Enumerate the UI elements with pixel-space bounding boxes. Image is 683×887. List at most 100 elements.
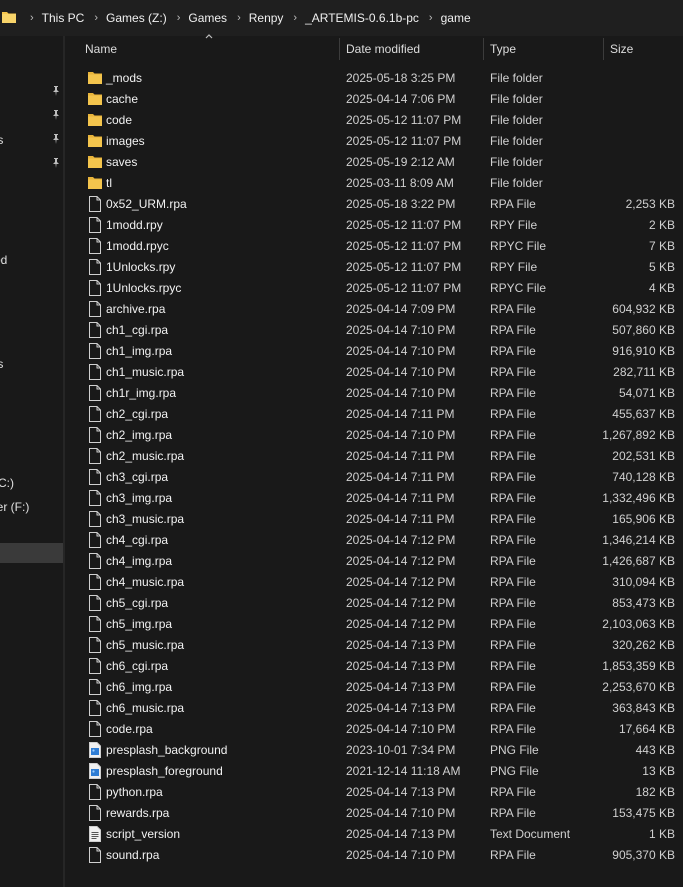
- chevron-right-icon[interactable]: ›: [94, 12, 98, 24]
- nav-item-drive-f[interactable]: ler (F:): [0, 497, 64, 517]
- breadcrumb-item[interactable]: _ARTEMIS-0.6.1b-pc: [305, 11, 419, 25]
- file-name: script_version: [106, 827, 181, 841]
- table-row[interactable]: 1modd.rpy 2025-05-12 11:07 PM RPY File 2 KB: [66, 214, 683, 235]
- file-type: File folder: [490, 155, 543, 169]
- table-row[interactable]: python.rpa 2025-04-14 7:13 PM RPA File 182 …: [66, 781, 683, 802]
- breadcrumb-item[interactable]: Games: [188, 11, 227, 25]
- table-row[interactable]: ch3_cgi.rpa 2025-04-14 7:11 PM RPA File 740…: [66, 466, 683, 487]
- table-row[interactable]: _mods 2025-05-18 3:25 PM File folder: [66, 67, 683, 88]
- table-row[interactable]: ch5_img.rpa 2025-04-14 7:12 PM RPA File 2,1…: [66, 613, 683, 634]
- table-row[interactable]: ch3_img.rpa 2025-04-14 7:11 PM RPA File 1,3…: [66, 487, 683, 508]
- nav-item-4[interactable]: s: [0, 154, 64, 174]
- nav-item-pin[interactable]: [0, 82, 64, 102]
- file-date-modified: 2025-04-14 7:11 PM: [346, 491, 455, 505]
- chevron-right-icon[interactable]: ›: [30, 12, 34, 24]
- folder-icon: [88, 112, 102, 128]
- table-row[interactable]: ch4_img.rpa 2025-04-14 7:12 PM RPA File 1,4…: [66, 550, 683, 571]
- nav-item-3[interactable]: ts: [0, 130, 64, 150]
- table-row[interactable]: archive.rpa 2025-04-14 7:09 PM RPA File 604…: [66, 298, 683, 319]
- file-date-modified: 2025-05-12 11:07 PM: [346, 113, 462, 127]
- table-row[interactable]: ch2_cgi.rpa 2025-04-14 7:11 PM RPA File 455…: [66, 403, 683, 424]
- file-type: RPA File: [490, 512, 536, 526]
- file-size: 443 KB: [635, 743, 675, 757]
- file-size: 182 KB: [635, 785, 675, 799]
- table-row[interactable]: rewards.rpa 2025-04-14 7:10 PM RPA File 153…: [66, 802, 683, 823]
- file-icon: [88, 595, 102, 611]
- column-divider[interactable]: [483, 38, 484, 60]
- file-type: RPA File: [490, 806, 536, 820]
- table-row[interactable]: ch5_music.rpa 2025-04-14 7:13 PM RPA File 3…: [66, 634, 683, 655]
- file-date-modified: 2025-04-14 7:10 PM: [346, 386, 456, 400]
- table-row[interactable]: ch2_img.rpa 2025-04-14 7:10 PM RPA File 1,2…: [66, 424, 683, 445]
- file-name: code.rpa: [106, 722, 153, 736]
- table-row[interactable]: ch6_img.rpa 2025-04-14 7:13 PM RPA File 2,2…: [66, 676, 683, 697]
- column-size[interactable]: Size: [610, 36, 633, 63]
- chevron-right-icon[interactable]: ›: [429, 12, 433, 24]
- file-date-modified: 2025-05-18 3:25 PM: [346, 71, 456, 85]
- chevron-right-icon[interactable]: ›: [237, 12, 241, 24]
- file-type: Text Document: [490, 827, 571, 841]
- table-row[interactable]: presplash_foreground 2021-12-14 11:18 AM P…: [66, 760, 683, 781]
- table-row[interactable]: tl 2025-03-11 8:09 AM File folder: [66, 172, 683, 193]
- chevron-right-icon[interactable]: ›: [293, 12, 297, 24]
- table-row[interactable]: images 2025-05-12 11:07 PM File folder: [66, 130, 683, 151]
- file-icon: [88, 448, 102, 464]
- file-size: 282,711 KB: [613, 365, 675, 379]
- file-date-modified: 2025-05-12 11:07 PM: [346, 260, 462, 274]
- column-divider[interactable]: [339, 38, 340, 60]
- table-row[interactable]: ch4_music.rpa 2025-04-14 7:12 PM RPA File 3…: [66, 571, 683, 592]
- file-type: RPA File: [490, 344, 536, 358]
- column-date-modified[interactable]: Date modified: [346, 36, 420, 63]
- table-row[interactable]: ch1_music.rpa 2025-04-14 7:10 PM RPA File 2…: [66, 361, 683, 382]
- column-divider[interactable]: [603, 38, 604, 60]
- nav-item-6[interactable]: s: [0, 306, 64, 326]
- file-name: rewards.rpa: [106, 806, 170, 820]
- table-row[interactable]: ch3_music.rpa 2025-04-14 7:11 PM RPA File 1…: [66, 508, 683, 529]
- table-row[interactable]: presplash_background 2023-10-01 7:34 PM PN…: [66, 739, 683, 760]
- table-row[interactable]: cache 2025-04-14 7:06 PM File folder: [66, 88, 683, 109]
- file-date-modified: 2025-04-14 7:13 PM: [346, 680, 456, 694]
- file-name: images: [106, 134, 145, 148]
- table-row[interactable]: code.rpa 2025-04-14 7:10 PM RPA File 17,664…: [66, 718, 683, 739]
- table-row[interactable]: ch1_img.rpa 2025-04-14 7:10 PM RPA File 916…: [66, 340, 683, 361]
- address-bar[interactable]: › This PC › Games (Z:) › Games › Renpy › _ARTEMIS…: [0, 0, 683, 36]
- column-name[interactable]: Name: [85, 36, 117, 63]
- breadcrumb-item[interactable]: This PC: [42, 11, 85, 25]
- file-size: 153,475 KB: [612, 806, 675, 820]
- nav-item-8[interactable]: s: [0, 378, 64, 398]
- breadcrumb-item[interactable]: Games (Z:): [106, 11, 167, 25]
- table-row[interactable]: ch4_cgi.rpa 2025-04-14 7:12 PM RPA File 1,3…: [66, 529, 683, 550]
- file-size: 1,267,892 KB: [602, 428, 675, 442]
- table-row[interactable]: ch1r_img.rpa 2025-04-14 7:10 PM RPA File 54…: [66, 382, 683, 403]
- nav-scrollbar[interactable]: [63, 36, 65, 887]
- nav-item-1[interactable]: s: [0, 58, 64, 78]
- chevron-right-icon[interactable]: ›: [177, 12, 181, 24]
- table-row[interactable]: ch5_cgi.rpa 2025-04-14 7:12 PM RPA File 853…: [66, 592, 683, 613]
- table-row[interactable]: 1modd.rpyc 2025-05-12 11:07 PM RPYC File 7 …: [66, 235, 683, 256]
- file-size: 2 KB: [648, 218, 675, 232]
- table-row[interactable]: 1Unlocks.rpy 2025-05-12 11:07 PM RPY File 5…: [66, 256, 683, 277]
- file-icon: [88, 532, 102, 548]
- table-row[interactable]: saves 2025-05-19 2:12 AM File folder: [66, 151, 683, 172]
- table-row[interactable]: 1Unlocks.rpyc 2025-05-12 11:07 PM RPYC Fil…: [66, 277, 683, 298]
- table-row[interactable]: ch6_music.rpa 2025-04-14 7:13 PM RPA File 3…: [66, 697, 683, 718]
- table-row[interactable]: ch1_cgi.rpa 2025-04-14 7:10 PM RPA File 507…: [66, 319, 683, 340]
- table-row[interactable]: ch6_cgi.rpa 2025-04-14 7:13 PM RPA File 1,8…: [66, 655, 683, 676]
- column-type[interactable]: Type: [490, 36, 516, 63]
- table-row[interactable]: ch2_music.rpa 2025-04-14 7:11 PM RPA File 2…: [66, 445, 683, 466]
- table-row[interactable]: script_version 2025-04-14 7:13 PM Text Doc…: [66, 823, 683, 844]
- file-type: RPA File: [490, 659, 536, 673]
- file-size: 2,253,670 KB: [602, 680, 675, 694]
- sort-ascending-icon[interactable]: [205, 33, 213, 39]
- nav-item-7[interactable]: ts: [0, 354, 64, 374]
- breadcrumb-item[interactable]: game: [441, 11, 471, 25]
- table-row[interactable]: sound.rpa 2025-04-14 7:10 PM RPA File 905,3…: [66, 844, 683, 865]
- file-size: 1 KB: [648, 827, 675, 841]
- table-row[interactable]: 0x52_URM.rpa 2025-05-18 3:22 PM RPA File 2,…: [66, 193, 683, 214]
- breadcrumb-item[interactable]: Renpy: [249, 11, 284, 25]
- nav-item-selected[interactable]: ): [0, 543, 64, 563]
- nav-item-2[interactable]: s: [0, 106, 64, 126]
- table-row[interactable]: code 2025-05-12 11:07 PM File folder: [66, 109, 683, 130]
- nav-item-5[interactable]: od: [0, 250, 64, 270]
- nav-item-drive-c[interactable]: (C:): [0, 473, 64, 493]
